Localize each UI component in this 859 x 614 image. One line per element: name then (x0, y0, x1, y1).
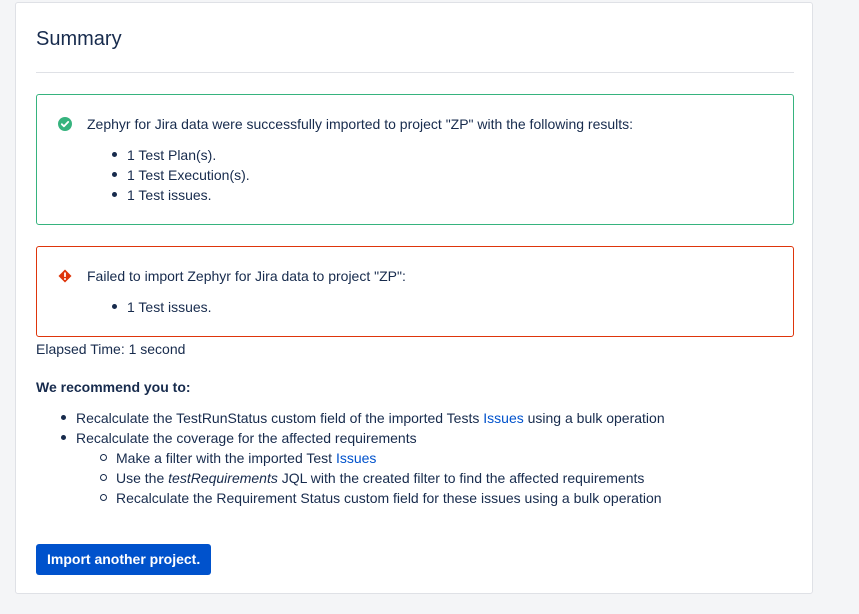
success-panel: Zephyr for Jira data were successfully i… (36, 94, 794, 225)
error-results-list: 1 Test issues. (112, 297, 212, 317)
list-item: Recalculate the TestRunStatus custom fie… (61, 408, 776, 428)
check-circle-icon (58, 117, 72, 131)
list-item: Recalculate the Requirement Status custo… (100, 488, 776, 508)
elapsed-time: Elapsed Time: 1 second (36, 341, 186, 357)
title-divider (36, 72, 794, 73)
recommendation-text: Make a filter with the imported Test (116, 450, 336, 466)
list-item: 1 Test issues. (112, 299, 212, 315)
list-item: Recalculate the coverage for the affecte… (61, 428, 776, 508)
import-another-project-button[interactable]: Import another project. (36, 544, 212, 575)
list-item: 1 Test Plan(s). (112, 145, 250, 165)
success-message: Zephyr for Jira data were successfully i… (87, 116, 634, 132)
list-item: Use the testRequirements JQL with the cr… (100, 468, 776, 488)
recommendation-text: Recalculate the Requirement Status custo… (116, 490, 662, 506)
jql-function-name: testRequirements (168, 470, 278, 486)
recommendations-list: Recalculate the TestRunStatus custom fie… (61, 408, 776, 508)
recommendation-text: JQL with the created filter to find the … (277, 470, 645, 486)
recommendations-title: We recommend you to: (36, 379, 191, 395)
error-message: Failed to import Zephyr for Jira data to… (87, 268, 406, 284)
summary-card: Summary Zephyr for Jira data were succes… (15, 2, 813, 594)
recommendations-sublist: Make a filter with the imported Test Iss… (76, 448, 776, 508)
recommendation-text: Recalculate the coverage for the affecte… (76, 430, 417, 446)
list-item: Make a filter with the imported Test Iss… (100, 448, 776, 468)
list-item: 1 Test issues. (112, 185, 250, 205)
list-item: 1 Test Execution(s). (112, 167, 250, 183)
test-issues-link[interactable]: Issues (336, 450, 376, 466)
page-title: Summary (36, 28, 122, 50)
error-diamond-icon (58, 269, 72, 283)
recommendation-text: Use the (116, 470, 169, 486)
success-results-list: 1 Test Plan(s). 1 Test Execution(s). 1 T… (112, 145, 250, 205)
recommendation-text: using a bulk operation (523, 410, 665, 426)
issues-link[interactable]: Issues (483, 410, 523, 426)
recommendation-text: Recalculate the TestRunStatus custom fie… (76, 410, 484, 426)
error-panel: Failed to import Zephyr for Jira data to… (36, 246, 794, 337)
